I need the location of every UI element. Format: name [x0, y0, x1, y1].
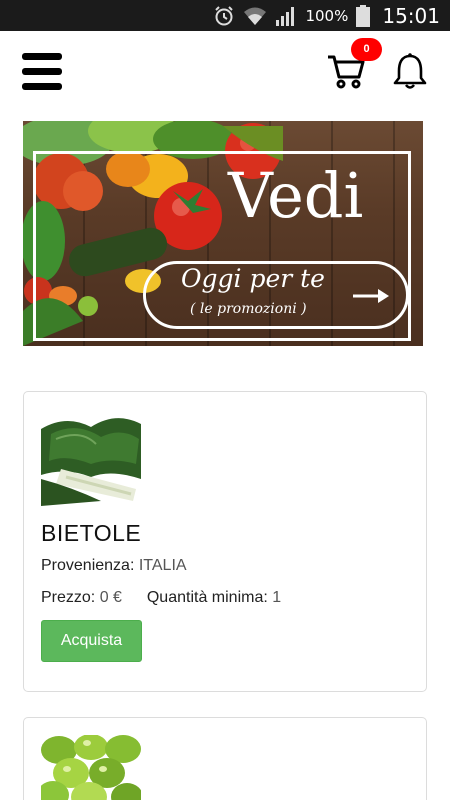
- signal-icon: [275, 5, 297, 27]
- banner-subtitle: Oggi per te: [181, 264, 325, 293]
- cart-count-badge: 0: [351, 38, 382, 61]
- notification-bell-icon[interactable]: [390, 51, 430, 91]
- banner-title: Vedi: [228, 159, 364, 232]
- buy-button[interactable]: Acquista: [41, 620, 142, 662]
- product-image[interactable]: [41, 409, 141, 506]
- product-card: BIETOLE Provenienza: ITALIA Prezzo: 0 € …: [23, 391, 427, 692]
- clock: 15:01: [382, 3, 440, 28]
- alarm-icon: [213, 5, 235, 27]
- wifi-icon: [243, 5, 267, 27]
- price-label: Prezzo:: [41, 589, 96, 606]
- menu-bar: [22, 68, 62, 75]
- product-image[interactable]: [41, 735, 141, 800]
- menu-bar: [22, 53, 62, 60]
- origin-label: Provenienza:: [41, 557, 135, 574]
- status-bar: 100% 15:01: [0, 0, 450, 31]
- product-price-row: Prezzo: 0 € Quantità minima: 1: [41, 589, 281, 607]
- price-value: 0 €: [99, 589, 122, 606]
- origin-value: ITALIA: [138, 557, 187, 574]
- product-name: BIETOLE: [41, 520, 142, 546]
- battery-icon: [356, 4, 371, 27]
- min-qty-label: Quantità minima:: [146, 589, 268, 606]
- promotions-banner[interactable]: Vedi Oggi per te ( le promozioni ): [23, 121, 423, 346]
- battery-percent: 100%: [305, 6, 349, 25]
- arrow-right-icon: [353, 289, 389, 303]
- menu-bar: [22, 83, 62, 90]
- min-qty-value: 1: [272, 589, 282, 606]
- product-origin: Provenienza: ITALIA: [41, 557, 187, 575]
- product-card: [23, 717, 427, 800]
- hamburger-menu-icon[interactable]: [22, 53, 64, 93]
- status-icons: 100% 15:01: [213, 0, 440, 31]
- app-header: 0: [0, 31, 450, 111]
- banner-caption: ( le promozioni ): [190, 301, 307, 317]
